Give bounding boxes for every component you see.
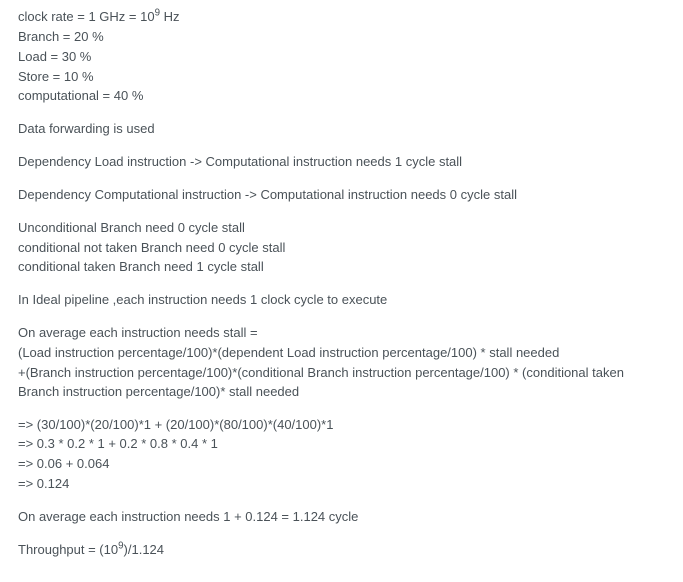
clock-rate-line: clock rate = 1 GHz = 109 Hz	[18, 8, 665, 27]
calc4-text: => 0.124	[18, 475, 665, 494]
load-line: Load = 30 %	[18, 48, 665, 67]
throughput-suffix: )/1.124	[124, 542, 164, 557]
forwarding-block: Data forwarding is used	[18, 120, 665, 139]
parameters-block: clock rate = 1 GHz = 109 Hz Branch = 20 …	[18, 8, 665, 106]
dependency2-block: Dependency Computational instruction -> …	[18, 186, 665, 205]
throughput-block: Throughput = (109)/1.124	[18, 541, 665, 560]
dependency1-text: Dependency Load instruction -> Computati…	[18, 153, 665, 172]
uncond-branch-text: Unconditional Branch need 0 cycle stall	[18, 219, 665, 238]
computational-line: computational = 40 %	[18, 87, 665, 106]
ideal-block: In Ideal pipeline ,each instruction need…	[18, 291, 665, 310]
calc3-text: => 0.06 + 0.064	[18, 455, 665, 474]
branch-line: Branch = 20 %	[18, 28, 665, 47]
clock-rate-suffix: Hz	[160, 9, 180, 24]
taken-branch-text: conditional taken Branch need 1 cycle st…	[18, 258, 665, 277]
result-avg-block: On average each instruction needs 1 + 0.…	[18, 508, 665, 527]
avg-formula1-text: (Load instruction percentage/100)*(depen…	[18, 344, 665, 363]
result-avg-text: On average each instruction needs 1 + 0.…	[18, 508, 665, 527]
calc2-text: => 0.3 * 0.2 * 1 + 0.2 * 0.8 * 0.4 * 1	[18, 435, 665, 454]
avg-formula2-text: +(Branch instruction percentage/100)*(co…	[18, 364, 665, 402]
calc1-text: => (30/100)*(20/100)*1 + (20/100)*(80/10…	[18, 416, 665, 435]
forwarding-text: Data forwarding is used	[18, 120, 665, 139]
calc-block: => (30/100)*(20/100)*1 + (20/100)*(80/10…	[18, 416, 665, 494]
store-line: Store = 10 %	[18, 68, 665, 87]
throughput-prefix: Throughput = (10	[18, 542, 118, 557]
avg-formula-block: On average each instruction needs stall …	[18, 324, 665, 401]
dependency1-block: Dependency Load instruction -> Computati…	[18, 153, 665, 172]
not-taken-branch-text: conditional not taken Branch need 0 cycl…	[18, 239, 665, 258]
avg-header-text: On average each instruction needs stall …	[18, 324, 665, 343]
branch-stalls-block: Unconditional Branch need 0 cycle stall …	[18, 219, 665, 278]
ideal-text: In Ideal pipeline ,each instruction need…	[18, 291, 665, 310]
clock-rate-text: clock rate = 1 GHz = 10	[18, 9, 155, 24]
throughput-line: Throughput = (109)/1.124	[18, 541, 665, 560]
dependency2-text: Dependency Computational instruction -> …	[18, 186, 665, 205]
